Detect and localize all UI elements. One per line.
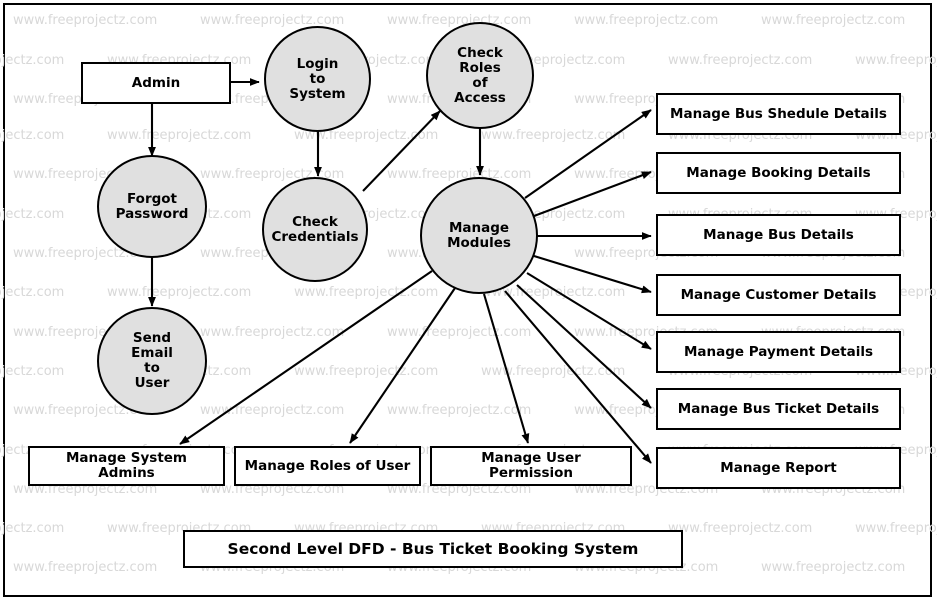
data-store-manage-bus-details[interactable]: Manage Bus Details [656, 214, 901, 256]
watermark-text: www.freeprojectz.com [761, 13, 906, 28]
watermark-text: www.freeprojectz.com [481, 128, 626, 143]
watermark-text: www.freeprojectz.com [0, 128, 65, 143]
data-store-label: Manage System Admins [65, 450, 188, 481]
watermark-text: www.freeprojectz.com [294, 364, 439, 379]
entity-admin[interactable]: Admin [81, 62, 231, 104]
process-check-credentials[interactable]: Check Credentials [262, 177, 368, 282]
watermark-text: www.freeprojectz.com [387, 325, 532, 340]
process-login-to-system-label: Login to System [289, 55, 346, 102]
watermark-text: www.freeprojectz.com [481, 364, 626, 379]
watermark-text: www.freeprojectz.com [13, 560, 158, 575]
watermark-text: www.freeprojectz.com [668, 521, 813, 536]
watermark-text: www.freeprojectz.com [387, 403, 532, 418]
process-check-roles-of-access-label: Check Roles of Access [454, 44, 506, 106]
dfd-diagram-canvas: www.freeprojectz.com www.freeprojectz.com… [0, 0, 937, 602]
entity-admin-label: Admin [131, 74, 181, 91]
watermark-text: www.freeprojectz.com [855, 53, 937, 68]
process-manage-modules-label: Manage Modules [447, 219, 511, 251]
watermark-text: www.freeprojectz.com [855, 521, 937, 536]
watermark-text: www.freeprojectz.com [13, 13, 158, 28]
watermark-text: www.freeprojectz.com [107, 128, 252, 143]
data-store-label: Manage Booking Details [686, 164, 871, 181]
data-store-manage-system-admins[interactable]: Manage System Admins [28, 446, 225, 486]
data-store-label: Manage Roles of User [244, 457, 411, 474]
watermark-text: www.freeprojectz.com [0, 207, 65, 222]
watermark-text: www.freeprojectz.com [761, 560, 906, 575]
process-login-to-system[interactable]: Login to System [264, 26, 371, 132]
watermark-text: www.freeprojectz.com [107, 285, 252, 300]
data-store-label: Manage Bus Details [703, 226, 854, 243]
watermark-text: www.freeprojectz.com [668, 53, 813, 68]
data-store-label: Manage User Permission [481, 450, 581, 481]
process-check-roles-of-access[interactable]: Check Roles of Access [426, 22, 534, 129]
diagram-title-box: Second Level DFD - Bus Ticket Booking Sy… [183, 530, 683, 568]
process-check-credentials-label: Check Credentials [271, 213, 359, 245]
watermark-text: www.freeprojectz.com [200, 325, 345, 340]
data-store-manage-bus-ticket-details[interactable]: Manage Bus Ticket Details [656, 388, 901, 430]
watermark-text: www.freeprojectz.com [0, 364, 65, 379]
process-send-email-to-user[interactable]: Send Email to User [97, 307, 207, 415]
process-forgot-password[interactable]: Forgot Password [97, 155, 207, 258]
data-store-manage-roles-of-user[interactable]: Manage Roles of User [234, 446, 421, 486]
data-store-label: Manage Payment Details [683, 343, 873, 360]
data-store-manage-booking-details[interactable]: Manage Booking Details [656, 152, 901, 194]
watermark-text: www.freeprojectz.com [200, 403, 345, 418]
diagram-title-label: Second Level DFD - Bus Ticket Booking Sy… [227, 540, 639, 558]
data-store-manage-customer-details[interactable]: Manage Customer Details [656, 274, 901, 316]
data-store-manage-user-permission[interactable]: Manage User Permission [430, 446, 632, 486]
data-store-label: Manage Report [720, 459, 837, 476]
process-forgot-password-label: Forgot Password [115, 190, 189, 222]
data-store-label: Manage Bus Shedule Details [670, 105, 887, 122]
data-store-manage-bus-shedule-details[interactable]: Manage Bus Shedule Details [656, 93, 901, 135]
data-store-label: Manage Bus Ticket Details [677, 400, 880, 417]
watermark-text: www.freeprojectz.com [0, 521, 65, 536]
process-manage-modules[interactable]: Manage Modules [420, 177, 538, 294]
data-store-label: Manage Customer Details [680, 286, 877, 303]
watermark-text: www.freeprojectz.com [0, 285, 65, 300]
data-store-manage-report[interactable]: Manage Report [656, 447, 901, 489]
watermark-text: www.freeprojectz.com [574, 13, 719, 28]
data-store-manage-payment-details[interactable]: Manage Payment Details [656, 331, 901, 373]
watermark-text: www.freeprojectz.com [294, 285, 439, 300]
watermark-text: www.freeprojectz.com [0, 53, 65, 68]
process-send-email-to-user-label: Send Email to User [131, 330, 173, 391]
